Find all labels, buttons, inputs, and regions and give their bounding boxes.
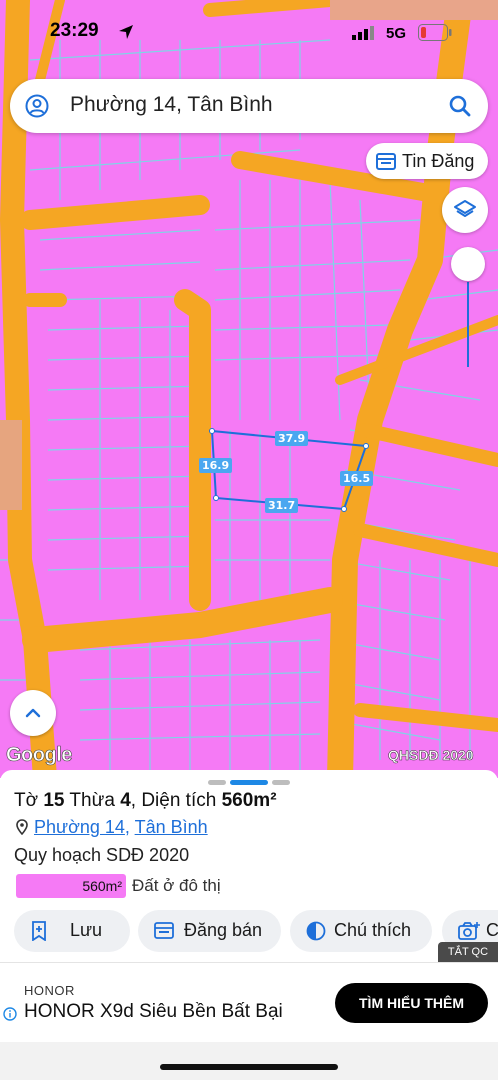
calendar-icon — [154, 922, 174, 939]
parcel-edge-right-label: 16.5 — [340, 471, 374, 486]
post-sale-button[interactable]: Đăng bán — [138, 910, 281, 952]
search-icon[interactable] — [448, 94, 472, 118]
home-indicator[interactable] — [160, 1064, 338, 1070]
post-sale-label: Đăng bán — [184, 920, 263, 940]
opacity-slider-thumb[interactable] — [451, 247, 485, 281]
parcel-edge-left-label: 16.9 — [199, 458, 233, 473]
calendar-icon — [376, 153, 396, 170]
opacity-slider-track[interactable] — [467, 282, 469, 367]
status-bar: 23:29 5G — [0, 0, 498, 62]
parcel-title: Tờ 15 Thừa 4, Diện tích 560m² — [14, 790, 277, 812]
location-arrow-icon — [119, 25, 133, 39]
area-text: , Diện tích — [130, 790, 222, 811]
location-pin-icon — [16, 819, 28, 835]
bookmark-add-icon — [32, 921, 46, 941]
home-indicator-area — [0, 1042, 498, 1080]
legend-swatch: 560m² — [16, 874, 126, 898]
network-type: 5G — [386, 25, 407, 42]
layers-icon — [454, 200, 476, 217]
chevron-up-icon — [25, 708, 41, 718]
battery-icon — [418, 24, 452, 41]
expand-up-button[interactable] — [10, 690, 56, 736]
sheet-number: 15 — [43, 790, 65, 811]
signal-icon — [352, 26, 374, 40]
map-layer-label: QHSDĐ 2020 — [388, 747, 474, 764]
map-view[interactable]: 37.9 16.9 16.5 31.7 23:29 5G Phường 14, … — [0, 0, 498, 778]
ad-banner[interactable]: HONOR HONOR X9d Siêu Bền Bất Bại TÌM HIỂ… — [0, 962, 498, 1042]
page-dot — [208, 780, 226, 785]
parcel-edge-top-label: 37.9 — [275, 431, 309, 446]
parcel-edge-bottom-label: 31.7 — [265, 498, 299, 513]
district-link[interactable]: Tân Bình — [135, 817, 208, 837]
close-ad-button[interactable]: TẮT QC — [438, 942, 498, 962]
ward-link[interactable]: Phường 14 — [34, 817, 125, 837]
search-query[interactable]: Phường 14, Tân Bình — [70, 93, 273, 117]
user-icon[interactable] — [25, 94, 49, 118]
address-separator: , — [124, 817, 135, 837]
legend-notes-label: Chú thích — [334, 920, 412, 940]
page-dot — [272, 780, 290, 785]
action-row: Lưu Đăng bán Chú thích C — [14, 910, 498, 952]
ad-cta-button[interactable]: TÌM HIỂU THÊM — [335, 983, 488, 1023]
camera-label: C — [486, 920, 498, 940]
legend-label: Đất ở đô thị — [132, 876, 221, 895]
page-dot-active — [230, 780, 268, 785]
plan-title: Quy hoạch SDĐ 2020 — [14, 845, 190, 865]
camera-icon — [458, 922, 480, 940]
status-time: 23:29 — [50, 20, 99, 41]
area-value: 560m² — [221, 790, 277, 811]
save-label: Lưu — [70, 920, 103, 940]
search-bar[interactable]: Phường 14, Tân Bình — [10, 79, 488, 133]
parcel-address: Phường 14, Tân Bình — [16, 817, 208, 838]
plot-word: Thừa — [64, 790, 121, 811]
tin-dang-label: Tin Đăng — [402, 151, 475, 171]
ad-brand: HONOR — [24, 983, 75, 998]
half-circle-icon — [306, 921, 326, 941]
info-icon[interactable] — [3, 1007, 17, 1021]
legend-area: 560m² — [82, 878, 122, 894]
save-button[interactable]: Lưu — [14, 910, 130, 952]
ad-headline[interactable]: HONOR X9d Siêu Bền Bất Bại — [24, 1001, 283, 1023]
legend-notes-button[interactable]: Chú thích — [290, 910, 432, 952]
layers-button[interactable] — [442, 187, 488, 233]
google-logo: Google — [6, 744, 73, 767]
tin-dang-button[interactable]: Tin Đăng — [366, 143, 488, 179]
plot-number: 4 — [120, 790, 131, 811]
title-prefix: Tờ — [14, 790, 44, 811]
